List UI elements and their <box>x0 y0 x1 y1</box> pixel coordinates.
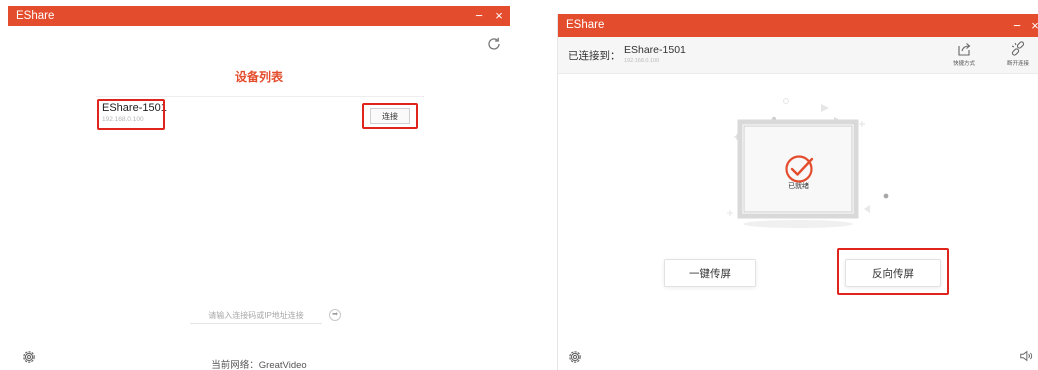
connected-device-ip: 192.168.0.100 <box>624 58 660 64</box>
window-title: EShare <box>16 10 55 22</box>
close-button[interactable]: × <box>1026 14 1038 37</box>
eshare-device-list-window: EShare − × 设备列表 EShare-1501 192.168.0.10… <box>8 6 510 370</box>
minimize-button[interactable]: − <box>1008 14 1026 37</box>
highlight-box <box>837 248 949 295</box>
ready-illustration <box>727 98 889 228</box>
connection-code-input[interactable] <box>190 308 322 324</box>
minimize-button[interactable]: − <box>470 6 488 26</box>
speaker-icon[interactable] <box>1019 349 1033 363</box>
device-list-title: 设备列表 <box>234 70 283 84</box>
ready-status-label: 已就绪 <box>788 183 809 190</box>
settings-gear-icon[interactable] <box>567 349 583 365</box>
eshare-connected-window: EShare − × 已连接到： EShare-1501 192.168.0.1… <box>557 14 1038 370</box>
device-list-item[interactable]: EShare-1501 192.168.0.100 连接 <box>96 98 424 130</box>
shortcut-label: 快捷方式 <box>952 61 975 67</box>
disconnect-icon <box>1011 41 1025 56</box>
highlight-box <box>362 103 418 129</box>
connected-to-label: 已连接到： <box>568 50 621 62</box>
window-title: EShare <box>566 19 605 31</box>
title-bar: EShare − × <box>558 14 1038 37</box>
refresh-icon[interactable] <box>486 36 502 52</box>
disconnect-label: 断开连接 <box>1006 61 1029 67</box>
current-network-label: 当前网络：GreatVideo <box>211 360 307 370</box>
highlight-box <box>97 99 165 130</box>
one-click-mirror-button[interactable]: 一键传屏 <box>664 259 756 287</box>
divider <box>96 96 424 97</box>
go-button[interactable]: ➡ <box>329 309 341 321</box>
share-icon <box>958 43 971 56</box>
title-bar: EShare − × <box>8 6 510 26</box>
shortcut-button[interactable]: 快捷方式 <box>944 41 984 67</box>
connected-device-name: EShare-1501 <box>624 44 686 56</box>
disconnect-button[interactable]: 断开连接 <box>998 41 1038 67</box>
close-button[interactable]: × <box>490 6 508 26</box>
connection-status-bar: 已连接到： EShare-1501 192.168.0.100 快捷方式 断开连… <box>558 37 1038 74</box>
